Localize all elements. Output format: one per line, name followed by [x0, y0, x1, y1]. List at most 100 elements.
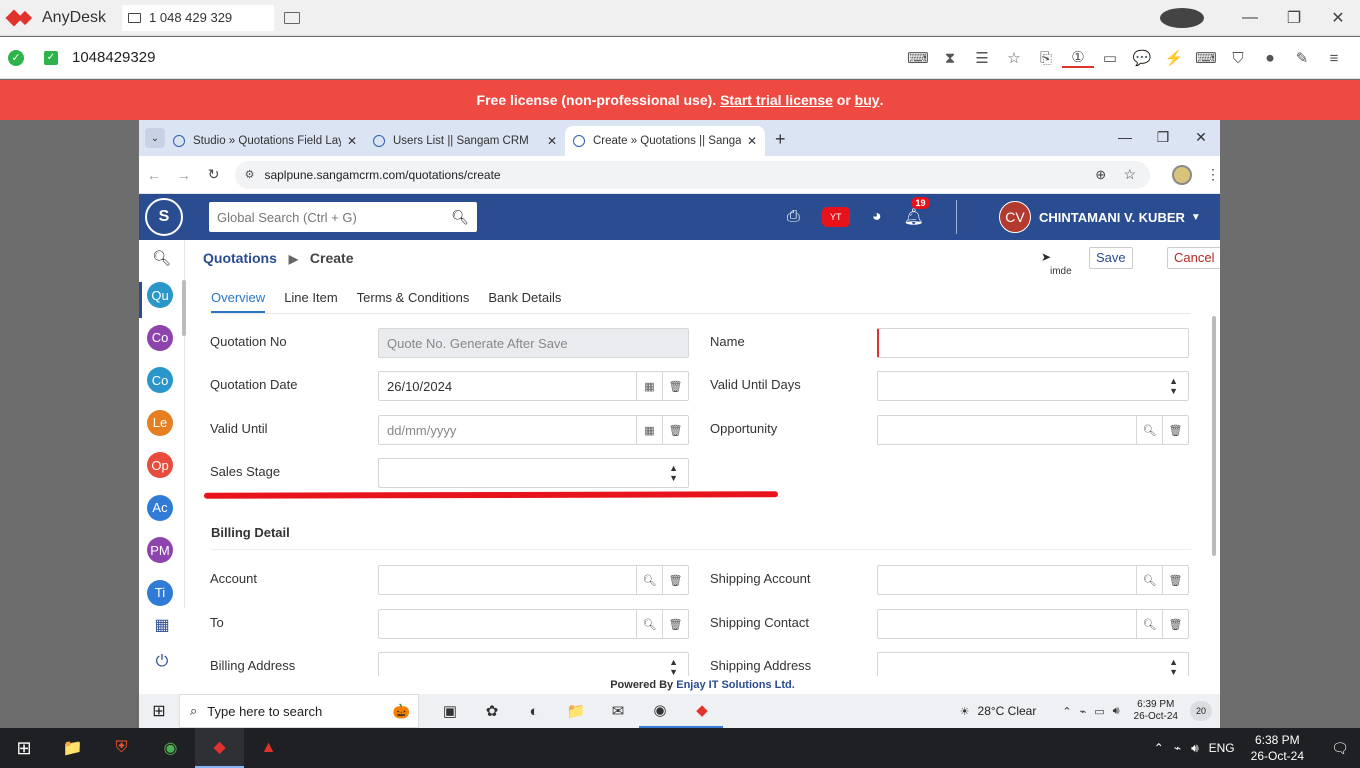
intercom-icon[interactable]: ▦: [139, 608, 185, 644]
sidebar-item-quotations[interactable]: Qu: [147, 282, 173, 308]
calendar-icon[interactable]: ▦: [636, 372, 662, 400]
close-button[interactable]: ✕: [1316, 8, 1360, 28]
tab-close-icon[interactable]: ✕: [747, 134, 757, 148]
tray-chevron-icon[interactable]: ⌃: [1154, 741, 1164, 755]
valid-until-days-select[interactable]: ▲ ▼: [877, 371, 1189, 401]
sidebar-search-icon[interactable]: 🔍︎: [139, 240, 184, 276]
language-indicator[interactable]: ENG: [1209, 741, 1235, 755]
power-icon[interactable]: ⏻: [139, 644, 185, 680]
new-session-icon[interactable]: [284, 11, 301, 24]
browser-tab[interactable]: Users List || Sangam CRM ✕: [365, 126, 565, 156]
chat-icon[interactable]: 💬: [1126, 49, 1158, 67]
search-icon[interactable]: 🔍︎: [451, 209, 469, 226]
search-icon[interactable]: 🔍︎: [1136, 610, 1162, 638]
shipping-account-field[interactable]: 🔍︎ 🗑︎: [877, 565, 1189, 595]
search-icon[interactable]: 🔍︎: [636, 610, 662, 638]
chrome-icon[interactable]: ◉: [639, 694, 681, 728]
file-transfer-icon[interactable]: ⎘: [1030, 50, 1062, 67]
browser-tab[interactable]: Studio » Quotations Field Layou ✕: [165, 126, 365, 156]
search-icon[interactable]: 🔍︎: [636, 566, 662, 594]
globe-icon[interactable]: ◕: [872, 208, 882, 226]
menu-icon[interactable]: ≡: [1318, 50, 1350, 67]
brave-icon[interactable]: ⛨: [97, 728, 146, 768]
keyboard-icon[interactable]: ⌨: [1190, 49, 1222, 67]
sidebar-item-pm[interactable]: PM: [147, 537, 173, 563]
file-explorer-icon[interactable]: 📁: [555, 694, 597, 728]
calendar-icon[interactable]: ▦: [636, 416, 662, 444]
valid-until-field[interactable]: dd/mm/yyyy ▦ 🗑︎: [378, 415, 689, 445]
tab-line-item[interactable]: Line Item: [284, 278, 337, 313]
trash-icon[interactable]: 🗑︎: [662, 372, 688, 400]
sidebar-item-co[interactable]: Co: [147, 367, 173, 393]
monitor-select-icon[interactable]: ①: [1062, 48, 1094, 68]
sidebar-item-accounts[interactable]: Ac: [147, 494, 173, 521]
star-icon[interactable]: ☆: [998, 49, 1030, 67]
remote-clock[interactable]: 6:39 PM 26-Oct-24: [1134, 699, 1178, 723]
record-icon[interactable]: ⏺: [1254, 50, 1286, 67]
reload-icon[interactable]: ↻: [199, 166, 229, 183]
back-icon[interactable]: ←: [139, 167, 169, 183]
new-tab-icon[interactable]: +: [775, 129, 786, 150]
windows-start-icon[interactable]: ⊞: [139, 701, 179, 721]
save-button[interactable]: Save: [1089, 247, 1133, 269]
battery-icon[interactable]: ▭: [1094, 705, 1104, 718]
search-icon[interactable]: 🔍︎: [1136, 566, 1162, 594]
crm-logo[interactable]: S: [145, 198, 183, 236]
tab-search-icon[interactable]: ⌄: [145, 128, 165, 148]
task-view-icon[interactable]: ▣: [429, 694, 471, 728]
display-icon[interactable]: ▭: [1094, 49, 1126, 67]
remote-notification-badge[interactable]: 20: [1190, 701, 1212, 721]
start-trial-link[interactable]: Start trial license: [720, 92, 833, 108]
main-scrollbar[interactable]: [1212, 316, 1216, 556]
trash-icon[interactable]: 🗑︎: [662, 566, 688, 594]
bell-icon[interactable]: 🔔︎ 19: [903, 197, 930, 227]
taskbar-search-input[interactable]: ⌕ Type here to search 🎃: [179, 694, 419, 728]
user-menu[interactable]: CV CHINTAMANI V. KUBER ▼: [999, 194, 1201, 240]
tray-chevron-icon[interactable]: ⌃: [1062, 705, 1071, 718]
local-clock[interactable]: 6:38 PM 26-Oct-24: [1251, 732, 1304, 764]
download-icon[interactable]: ⌄: [1160, 8, 1204, 28]
weather-text[interactable]: 28°C Clear: [978, 704, 1037, 718]
zoom-icon[interactable]: ⊕: [1095, 167, 1106, 183]
cancel-button[interactable]: Cancel: [1167, 247, 1220, 269]
sidebar-item-contacts[interactable]: Co: [147, 324, 173, 351]
acrobat-icon[interactable]: ▲: [244, 728, 293, 768]
tab-overview[interactable]: Overview: [211, 278, 266, 313]
trash-icon[interactable]: 🗑︎: [662, 416, 688, 444]
minimize-button[interactable]: —: [1228, 9, 1272, 27]
tab-terms-conditions[interactable]: Terms & Conditions: [357, 278, 470, 313]
bookmark-star-icon[interactable]: ☆: [1124, 166, 1137, 183]
tab-close-icon[interactable]: ✕: [347, 134, 357, 148]
trash-icon[interactable]: 🗑︎: [1162, 416, 1188, 444]
trash-icon[interactable]: 🗑︎: [662, 610, 688, 638]
sales-stage-select[interactable]: ▲ ▼: [378, 458, 689, 488]
input-disable-icon[interactable]: ⌨: [902, 49, 934, 67]
database-icon[interactable]: ☰: [966, 49, 998, 67]
buy-link[interactable]: buy: [855, 92, 880, 108]
copilot-icon[interactable]: ✿: [471, 694, 513, 728]
network-icon[interactable]: ⌁: [1174, 741, 1181, 755]
whiteboard-icon[interactable]: ✎: [1286, 49, 1318, 67]
trash-icon[interactable]: 🗑︎: [1162, 610, 1188, 638]
document-search-icon[interactable]: ⎙: [787, 208, 800, 226]
address-bar[interactable]: ⚙ saplpune.sangamcrm.com/quotations/crea…: [234, 160, 1151, 189]
volume-icon[interactable]: 🔊︎: [1113, 705, 1120, 718]
tab-bank-details[interactable]: Bank Details: [488, 278, 561, 313]
browser-restore-button[interactable]: ❐: [1144, 129, 1182, 146]
site-info-icon[interactable]: ⚙: [245, 168, 255, 181]
restore-button[interactable]: ❐: [1272, 8, 1316, 28]
footer-company-link[interactable]: Enjay IT Solutions Ltd.: [676, 679, 795, 691]
opportunity-field[interactable]: 🔍︎ 🗑︎: [877, 415, 1189, 445]
quotation-date-field[interactable]: 26/10/2024 ▦ 🗑︎: [378, 371, 689, 401]
browser-menu-icon[interactable]: ⋮: [1206, 166, 1220, 183]
search-icon[interactable]: 🔍︎: [1136, 416, 1162, 444]
browser-tab-active[interactable]: Create » Quotations || Sangam ✕: [565, 126, 765, 156]
breadcrumb-module[interactable]: Quotations: [203, 250, 277, 266]
name-field[interactable]: [877, 328, 1189, 358]
trash-icon[interactable]: 🗑︎: [1162, 566, 1188, 594]
shipping-contact-field[interactable]: 🔍︎ 🗑︎: [877, 609, 1189, 639]
windows-start-icon[interactable]: ⊞: [0, 738, 48, 759]
file-explorer-icon[interactable]: 📁: [48, 728, 97, 768]
sidebar-item-leads[interactable]: Le: [147, 409, 173, 436]
profile-avatar-icon[interactable]: [1172, 164, 1193, 185]
